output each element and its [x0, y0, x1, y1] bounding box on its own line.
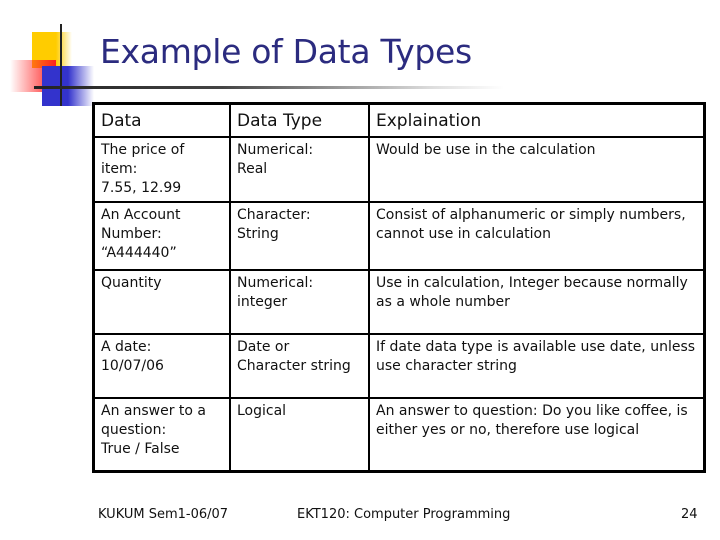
cell-data: A date: 10/07/06 — [92, 332, 231, 399]
cell-type: Date or Character string — [229, 332, 370, 399]
cell-type: Numerical: Real — [229, 135, 370, 203]
title-underline — [34, 86, 504, 89]
page-number: 24 — [681, 507, 698, 522]
cell-type: Logical — [229, 396, 370, 473]
footer-left: KUKUM Sem1-06/07 — [98, 507, 229, 522]
table-header-row: Data Data Type Explaination — [92, 102, 706, 138]
data-types-table: Data Data Type Explaination The price of… — [92, 102, 706, 473]
table-row: An answer to a question: True / False Lo… — [92, 396, 706, 473]
slide-title: Example of Data Types — [100, 32, 472, 71]
cell-explanation: Use in calculation, Integer because norm… — [368, 268, 706, 335]
cell-data: An answer to a question: True / False — [92, 396, 231, 473]
footer-center: EKT120: Computer Programming — [297, 507, 511, 522]
header-explanation: Explaination — [368, 102, 706, 138]
header-data: Data — [92, 102, 231, 138]
table-row: The price of item: 7.55, 12.99 Numerical… — [92, 135, 706, 203]
header-data-type: Data Type — [229, 102, 370, 138]
table-row: An Account Number: “A444440” Character: … — [92, 200, 706, 271]
cell-data: Quantity — [92, 268, 231, 335]
cell-type: Character: String — [229, 200, 370, 271]
cell-explanation: If date data type is available use date,… — [368, 332, 706, 399]
cell-data: The price of item: 7.55, 12.99 — [92, 135, 231, 203]
cell-explanation: Would be use in the calculation — [368, 135, 706, 203]
decorative-vertical-line — [60, 24, 62, 106]
cell-type: Numerical: integer — [229, 268, 370, 335]
cell-explanation: An answer to question: Do you like coffe… — [368, 396, 706, 473]
table-row: Quantity Numerical: integer Use in calcu… — [92, 268, 706, 335]
table-row: A date: 10/07/06 Date or Character strin… — [92, 332, 706, 399]
cell-data: An Account Number: “A444440” — [92, 200, 231, 271]
cell-explanation: Consist of alphanumeric or simply number… — [368, 200, 706, 271]
